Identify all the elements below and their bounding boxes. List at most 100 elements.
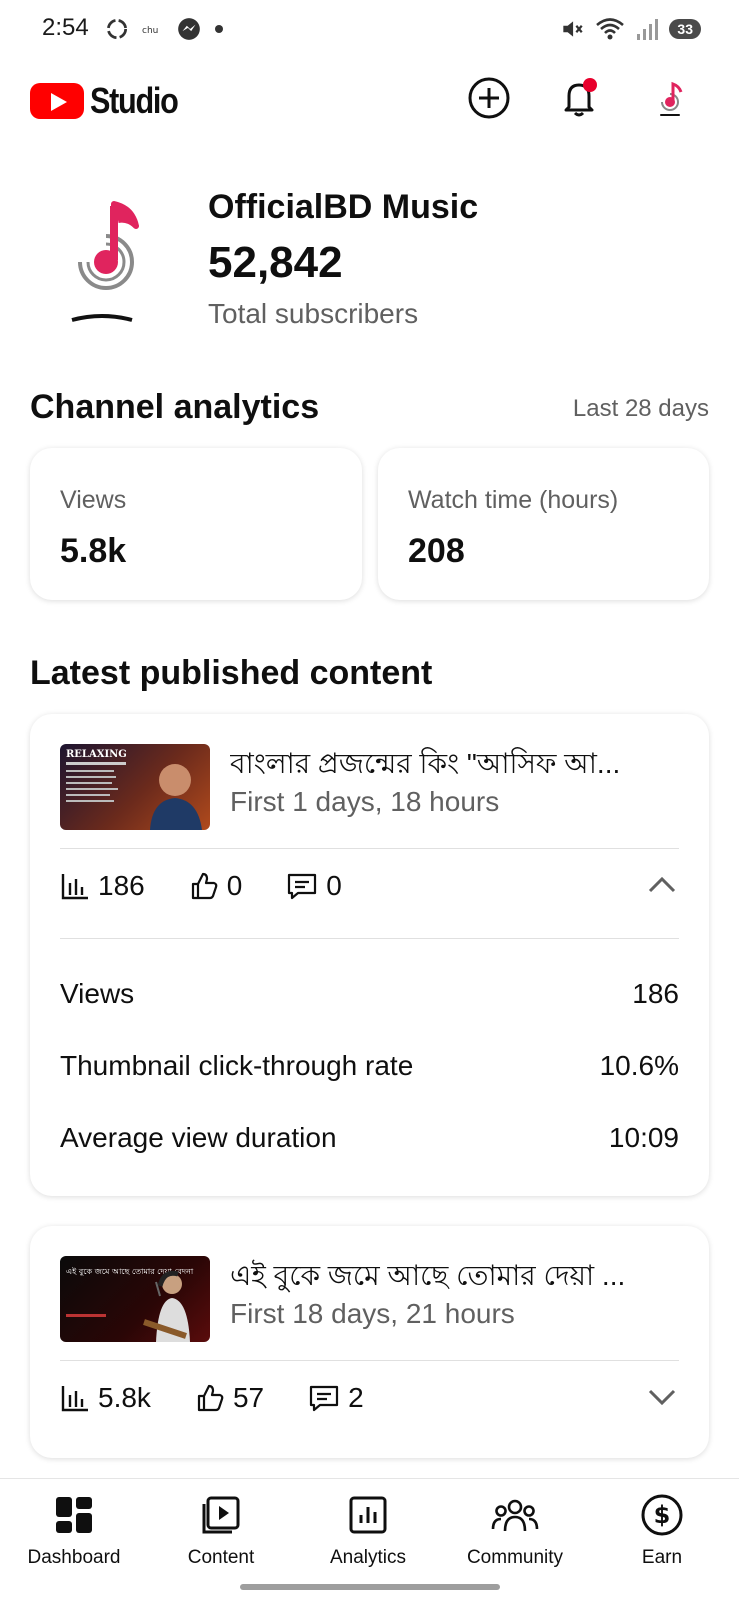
battery-level: 33 — [669, 19, 701, 39]
metric-value: 5.8k — [60, 532, 127, 570]
youtube-studio-logo[interactable]: Studio — [30, 80, 193, 122]
detail-label: Views — [60, 978, 135, 1009]
status-notification-icons: chu — [104, 14, 224, 44]
bar-chart-icon — [61, 1386, 88, 1412]
metric-value: 208 — [408, 532, 465, 570]
bottom-navigation: Dashboard Content Analytics Community $ … — [0, 1478, 739, 1600]
views-stat: 186 — [60, 870, 145, 902]
metric-label: Watch time (hours) — [408, 486, 619, 514]
detail-row-views: Views 186 — [60, 978, 679, 1010]
watch-time-metric-card[interactable]: Watch time (hours) 208 — [378, 448, 709, 600]
chevron-down-icon — [648, 1389, 676, 1406]
svg-text:$: $ — [654, 1501, 671, 1529]
video-title: এই বুকে জমে আছে তোমার দেয়া ... — [230, 1260, 626, 1291]
likes-count: 0 — [226, 870, 243, 901]
video-age: First 18 days, 21 hours — [230, 1298, 515, 1329]
thumbnail-image: RELAXING — [66, 749, 202, 830]
home-indicator[interactable] — [240, 1584, 500, 1590]
subscriber-label: Total subscribers — [208, 298, 419, 329]
divider — [60, 1360, 679, 1361]
divider — [60, 938, 679, 939]
comments-stat: 2 — [308, 1382, 364, 1414]
metric-label: Views — [60, 486, 127, 514]
add-circle-icon — [468, 77, 510, 119]
status-time: 2:54 — [42, 14, 89, 41]
detail-label: Average view duration — [60, 1122, 337, 1153]
collapse-button[interactable] — [645, 868, 679, 907]
divider — [60, 848, 679, 849]
detail-row-avg-duration: Average view duration 10:09 — [60, 1122, 679, 1154]
sync-icon — [106, 18, 128, 40]
video-title: বাংলার প্রজন্মের কিং "আসিফ আ... — [230, 748, 621, 779]
comments-count: 0 — [326, 870, 342, 901]
detail-label: Thumbnail click-through rate — [60, 1050, 414, 1081]
likes-count: 57 — [232, 1382, 265, 1413]
nav-label: Community — [466, 1547, 564, 1568]
messenger-icon — [178, 18, 200, 40]
analytics-section-title: Channel analytics — [30, 388, 320, 426]
channel-avatar-small-icon — [660, 81, 683, 116]
dot-icon — [215, 25, 223, 33]
detail-row-ctr: Thumbnail click-through rate 10.6% — [60, 1050, 679, 1082]
signal-icon — [637, 19, 659, 40]
account-avatar-button[interactable] — [642, 70, 698, 126]
detail-value: 186 — [632, 978, 679, 1009]
video-age: First 1 days, 18 hours — [230, 786, 500, 817]
latest-content-title: Latest published content — [30, 654, 433, 692]
nav-label: Dashboard — [27, 1547, 121, 1568]
subscriber-count: 52,842 — [208, 238, 343, 287]
channel-avatar[interactable] — [58, 190, 158, 330]
logo-text: Studio — [90, 80, 179, 121]
app-header: Studio — [0, 62, 739, 137]
channel-name: OfficialBD Music — [208, 188, 479, 226]
comments-count: 2 — [348, 1382, 364, 1413]
comments-stat: 0 — [286, 870, 342, 902]
earn-icon: $ — [641, 1494, 683, 1536]
views-stat: 5.8k — [60, 1382, 151, 1414]
notifications-button[interactable] — [552, 70, 608, 126]
views-count: 5.8k — [98, 1382, 151, 1413]
detail-value: 10.6% — [599, 1050, 679, 1081]
likes-stat: 57 — [195, 1382, 264, 1414]
youtube-logo-icon — [30, 83, 84, 119]
thumbnail-image: এই বুকে জমে আছে তোমার দেয়া বেদনা — [66, 1267, 194, 1342]
thumbs-up-icon — [197, 1384, 224, 1412]
detail-value: 10:09 — [608, 1122, 679, 1153]
comment-icon — [288, 873, 317, 900]
bell-icon — [564, 78, 597, 117]
mute-icon — [563, 21, 584, 37]
video-stats-row: 5.8k 57 2 — [60, 1376, 679, 1420]
app-notification-icon: chu — [142, 26, 158, 36]
wifi-icon — [596, 18, 625, 40]
nav-label: Earn — [641, 1547, 683, 1568]
comment-icon — [309, 1385, 339, 1412]
community-icon — [491, 1499, 539, 1532]
video-thumbnail[interactable]: RELAXING — [60, 744, 210, 830]
content-card[interactable]: এই বুকে জমে আছে তোমার দেয়া বেদনা এই বুক… — [30, 1226, 709, 1458]
svg-text:chu: chu — [142, 26, 158, 36]
views-metric-card[interactable]: Views 5.8k — [30, 448, 362, 600]
video-stats-row: 186 0 0 — [60, 864, 679, 908]
status-bar: 2:54 chu 33 — [0, 0, 739, 58]
nav-content[interactable]: Content — [151, 1489, 291, 1569]
content-card[interactable]: RELAXING বাংলার প্রজন্মের কিং "আসিফ আ...… — [30, 714, 709, 1196]
create-button[interactable] — [461, 70, 517, 126]
likes-stat: 0 — [189, 870, 243, 902]
nav-dashboard[interactable]: Dashboard — [4, 1489, 144, 1569]
status-system-icons: 33 — [559, 14, 701, 44]
analytics-icon — [349, 1496, 387, 1534]
nav-earn[interactable]: $ Earn — [592, 1489, 732, 1569]
expand-button[interactable] — [645, 1380, 679, 1419]
analytics-period: Last 28 days — [572, 395, 709, 422]
thumbs-up-icon — [191, 872, 218, 900]
nav-label: Content — [187, 1547, 255, 1568]
thumbnail-caption: RELAXING — [66, 749, 127, 760]
video-thumbnail[interactable]: এই বুকে জমে আছে তোমার দেয়া বেদনা — [60, 1256, 210, 1342]
nav-community[interactable]: Community — [445, 1489, 585, 1569]
content-icon — [202, 1496, 240, 1534]
dashboard-icon — [56, 1497, 92, 1533]
channel-logo-icon — [71, 201, 139, 322]
views-count: 186 — [98, 870, 145, 901]
nav-label: Analytics — [329, 1547, 407, 1568]
nav-analytics[interactable]: Analytics — [298, 1489, 438, 1569]
